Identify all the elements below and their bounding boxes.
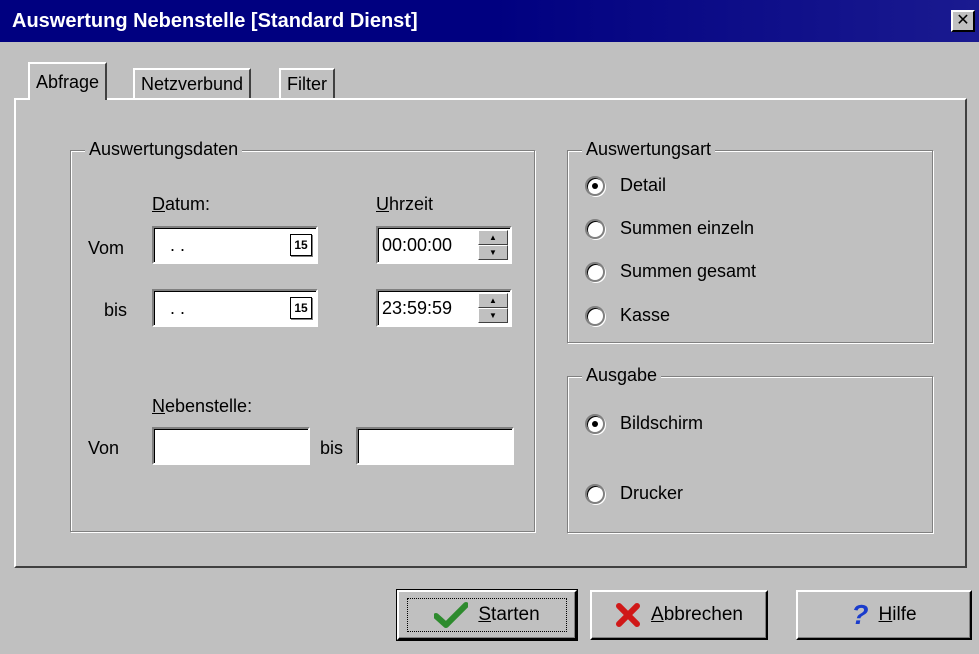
radio-summen-gesamt-label[interactable]: Summen gesamt (620, 261, 756, 282)
window-title: Auswertung Nebenstelle [Standard Dienst] (12, 9, 418, 32)
uhrzeit-label-rest: hrzeit (389, 194, 434, 214)
time-to-value: 23:59:59 (382, 298, 453, 318)
radio-summen-gesamt[interactable] (585, 262, 605, 282)
time-to-spinner[interactable]: ▲ ▼ (478, 293, 508, 323)
nebenstelle-from-field[interactable] (152, 427, 310, 465)
close-icon: ✕ (956, 12, 970, 29)
radio-summen-einzeln[interactable] (585, 219, 605, 239)
radio-drucker-label[interactable]: Drucker (620, 483, 683, 504)
tab-filter[interactable]: Filter (279, 68, 335, 100)
calendar-icon-text: 15 (294, 301, 308, 315)
date-to-field[interactable]: . . 15 (152, 289, 318, 327)
tab-abfrage[interactable]: Abfrage (28, 62, 108, 100)
tab-netzverbund[interactable]: Netzverbund (133, 68, 252, 100)
help-button[interactable]: ? Hilfe (796, 590, 972, 640)
ausgabe-title: Ausgabe (582, 365, 662, 386)
vom-label: Vom (88, 238, 125, 258)
tab-abfrage-label: Abfrage (36, 72, 100, 92)
radio-summen-einzeln-label[interactable]: Summen einzeln (620, 218, 754, 239)
auswertungsdaten-group: Auswertungsdaten (70, 139, 535, 532)
radio-bildschirm-label[interactable]: Bildschirm (620, 413, 703, 434)
calendar-icon[interactable]: 15 (290, 297, 312, 319)
cancel-button[interactable]: Abbrechen (590, 590, 768, 640)
nebenstelle-label: Nebenstelle: (152, 396, 253, 416)
help-label: Hilfe (878, 604, 917, 625)
radio-detail[interactable] (585, 176, 605, 196)
calendar-icon-text: 15 (294, 238, 308, 252)
calendar-icon[interactable]: 15 (290, 234, 312, 256)
x-icon (616, 603, 641, 627)
auswertungsart-title: Auswertungsart (582, 139, 716, 160)
spin-down-icon[interactable]: ▼ (478, 245, 508, 260)
question-mark-icon: ? (851, 599, 869, 630)
bis-label: bis (104, 300, 128, 320)
focus-rect (407, 598, 567, 632)
ausgabe-group: Ausgabe (567, 365, 933, 533)
cancel-label: Abbrechen (651, 604, 743, 625)
radio-kasse[interactable] (585, 306, 605, 326)
spin-up-icon[interactable]: ▲ (478, 230, 508, 245)
datum-label-rest: atum: (165, 194, 211, 214)
spin-down-icon[interactable]: ▼ (478, 308, 508, 323)
datum-label: Datum: (152, 194, 211, 214)
radio-kasse-label[interactable]: Kasse (620, 305, 670, 326)
date-from-field[interactable]: . . 15 (152, 226, 318, 264)
radio-bildschirm[interactable] (585, 414, 605, 434)
tab-netzverbund-label: Netzverbund (141, 74, 244, 94)
bis2-label: bis (320, 438, 344, 458)
radio-drucker[interactable] (585, 484, 605, 504)
time-from-value: 00:00:00 (382, 235, 453, 255)
time-from-spinner[interactable]: ▲ ▼ (478, 230, 508, 260)
von-label: Von (88, 438, 120, 458)
time-to-field[interactable]: 23:59:59 ▲ ▼ (376, 289, 512, 327)
time-from-field[interactable]: 00:00:00 ▲ ▼ (376, 226, 512, 264)
tab-filter-label: Filter (287, 74, 327, 94)
date-from-value: . . (170, 235, 186, 255)
date-to-value: . . (170, 298, 186, 318)
nebenstelle-label-rest: ebenstelle: (165, 396, 253, 416)
uhrzeit-label: Uhrzeit (376, 194, 434, 214)
spin-up-icon[interactable]: ▲ (478, 293, 508, 308)
nebenstelle-to-field[interactable] (356, 427, 514, 465)
start-button[interactable]: Starten (396, 589, 578, 641)
radio-detail-label[interactable]: Detail (620, 175, 666, 196)
title-bar: Auswertung Nebenstelle [Standard Dienst]… (0, 0, 979, 42)
help-label-rest: ilfe (892, 604, 917, 625)
auswertungsdaten-title: Auswertungsdaten (85, 139, 243, 160)
cancel-label-rest: bbrechen (663, 604, 743, 625)
close-button[interactable]: ✕ (951, 10, 975, 32)
